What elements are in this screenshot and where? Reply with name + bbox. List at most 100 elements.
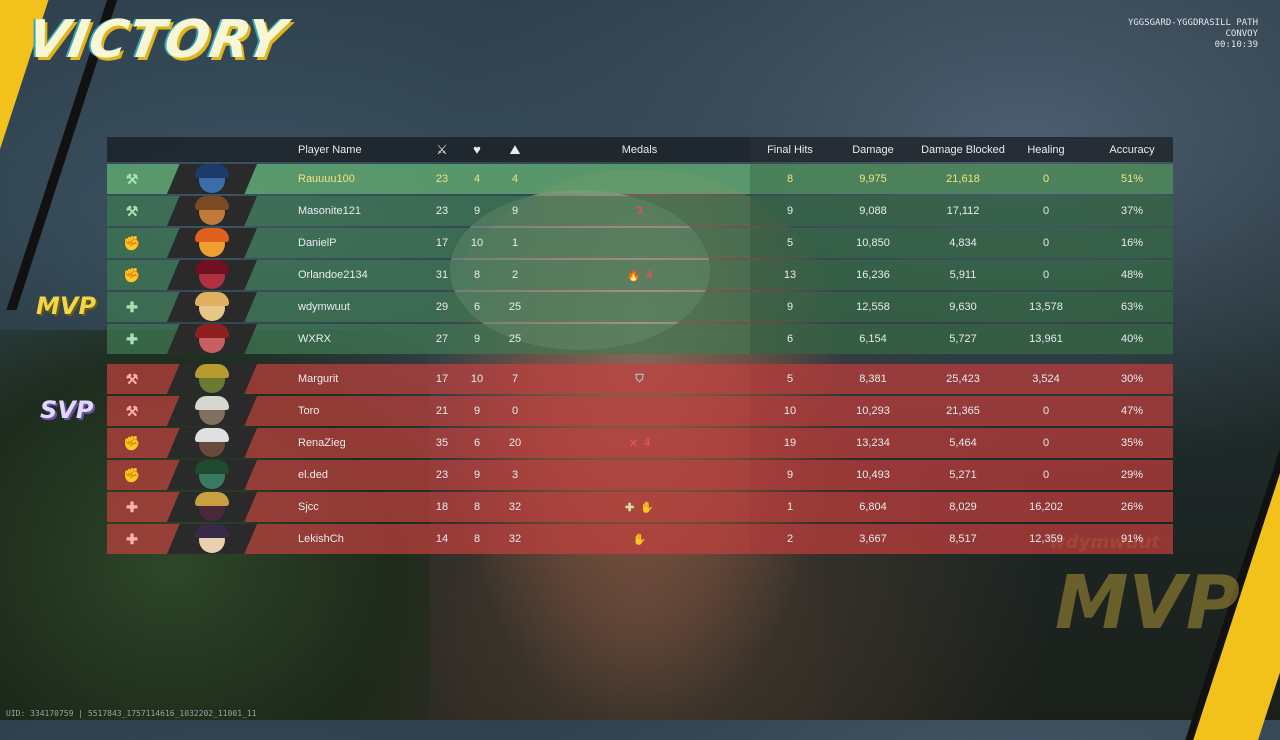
- medals: [587, 292, 692, 322]
- match-info: YGGSGARD-YGGDRASILL PATH CONVOY 00:10:39: [1128, 18, 1258, 51]
- hero-portrait[interactable]: [167, 364, 257, 394]
- role-cell: ⚒: [107, 196, 157, 226]
- hero-portrait-cell[interactable]: [157, 428, 267, 458]
- assists: 32: [508, 501, 522, 513]
- player-name[interactable]: RenaZieg: [298, 428, 428, 458]
- hero-portrait-cell[interactable]: [157, 460, 267, 490]
- player-name[interactable]: LekishCh: [298, 524, 428, 554]
- hero-portrait[interactable]: [167, 524, 257, 554]
- kills: 17: [435, 373, 449, 385]
- kills: 23: [435, 173, 449, 185]
- hero-portrait[interactable]: [167, 428, 257, 458]
- player-row[interactable]: ✊ Orlandoe2134 31 8 2 🔥 4 13 16,236 5,911…: [107, 260, 1173, 290]
- kills: 14: [435, 533, 449, 545]
- player-name[interactable]: DanielP: [298, 228, 428, 258]
- accuracy: 63%: [1120, 301, 1144, 313]
- final-hits: 5: [786, 237, 794, 249]
- player-row[interactable]: ✚ LekishCh 14 8 32 ✋ 2 3,667 8,517 12,35…: [107, 524, 1173, 554]
- fire-medal-icon[interactable]: 4: [646, 269, 652, 281]
- medals: ⛉: [587, 364, 692, 394]
- player-name[interactable]: Orlandoe2134: [298, 260, 428, 290]
- fire-medal-icon[interactable]: 3: [636, 205, 642, 217]
- player-name[interactable]: Rauuuu100: [298, 164, 428, 194]
- flame-medal-icon[interactable]: 🔥: [627, 269, 641, 282]
- player-row[interactable]: ✚ wdymwuut 29 6 25 9 12,558 9,630 13,578…: [107, 292, 1173, 322]
- player-name[interactable]: Masonite121: [298, 196, 428, 226]
- strategist-role-icon: ✚: [126, 498, 138, 515]
- final-hits: 10: [783, 405, 797, 417]
- strategist-role-icon: ✚: [126, 530, 138, 547]
- hero-portrait[interactable]: [167, 196, 257, 226]
- player-row[interactable]: ⚒ Margurit 17 10 7 ⛉ 5 8,381 25,423 3,52…: [107, 364, 1173, 394]
- vanguard-role-icon: ⚒: [125, 202, 139, 219]
- kills: 27: [435, 333, 449, 345]
- deaths: 8: [473, 533, 481, 545]
- player-name[interactable]: Margurit: [298, 364, 428, 394]
- hero-portrait-cell[interactable]: [157, 324, 267, 354]
- player-row[interactable]: ✊ RenaZieg 35 6 20 ✕ 4 19 13,234 5,464 0 …: [107, 428, 1173, 458]
- player-name[interactable]: Toro: [298, 396, 428, 426]
- hero-portrait[interactable]: [167, 324, 257, 354]
- damage-blocked: 5,271: [949, 469, 977, 481]
- hero-hair: [195, 292, 229, 306]
- healing: 0: [1042, 469, 1050, 481]
- accuracy: 91%: [1120, 533, 1144, 545]
- player-row[interactable]: ✚ WXRX 27 9 25 6 6,154 5,727 13,961 40%: [107, 324, 1173, 354]
- player-name[interactable]: wdymwuut: [298, 292, 428, 322]
- hero-portrait[interactable]: [167, 260, 257, 290]
- accuracy: 37%: [1120, 205, 1144, 217]
- player-row[interactable]: ⚒ Rauuuu100 23 4 4 8 9,975 21,618 0 51%: [107, 164, 1173, 194]
- vanguard-role-icon: ⚒: [125, 170, 139, 187]
- heal-medal-icon[interactable]: ✚: [625, 501, 634, 514]
- role-cell: ⚒: [107, 396, 157, 426]
- deaths: 6: [473, 301, 481, 313]
- shield-medal-icon[interactable]: ⛉: [635, 373, 643, 386]
- player-row[interactable]: ⚒ Toro 21 9 0 10 10,293 21,365 0 47%: [107, 396, 1173, 426]
- duelist-role-icon: ✊: [123, 434, 141, 451]
- fire-medal-icon[interactable]: 4: [644, 437, 650, 449]
- crossed-swords-medal-icon[interactable]: ✕: [629, 437, 638, 450]
- hero-portrait-cell[interactable]: [157, 492, 267, 522]
- accuracy: 30%: [1120, 373, 1144, 385]
- kills: 35: [435, 437, 449, 449]
- hero-portrait[interactable]: [167, 228, 257, 258]
- player-row[interactable]: ✊ el.ded 23 9 3 9 10,493 5,271 0 29%: [107, 460, 1173, 490]
- vanguard-role-icon: ⚒: [125, 370, 139, 387]
- damage: 10,293: [856, 405, 890, 417]
- hero-portrait-cell[interactable]: [157, 292, 267, 322]
- hero-portrait[interactable]: [167, 396, 257, 426]
- hero-portrait-cell[interactable]: [157, 228, 267, 258]
- medals: [587, 460, 692, 490]
- hero-portrait-cell[interactable]: [157, 524, 267, 554]
- hero-portrait[interactable]: [167, 292, 257, 322]
- medals: ✚ ✋: [587, 492, 692, 522]
- accuracy: 16%: [1120, 237, 1144, 249]
- healing: 0: [1042, 173, 1050, 185]
- assist-medal-icon[interactable]: ✋: [633, 533, 647, 546]
- player-name[interactable]: WXRX: [298, 324, 428, 354]
- header-player-name: Player Name: [298, 143, 362, 156]
- hero-portrait[interactable]: [167, 164, 257, 194]
- mvp-badge: MVP: [36, 292, 97, 320]
- hero-portrait-cell[interactable]: [157, 396, 267, 426]
- player-row[interactable]: ✊ DanielP 17 10 1 5 10,850 4,834 0 16%: [107, 228, 1173, 258]
- uid-footer: UID: 334170759 | 5517843_1757114616_1032…: [6, 709, 257, 718]
- healing: 12,359: [1029, 533, 1063, 545]
- accuracy: 40%: [1120, 333, 1144, 345]
- assist-medal-icon[interactable]: ✋: [640, 501, 654, 514]
- hero-portrait-cell[interactable]: [157, 260, 267, 290]
- player-row[interactable]: ✚ Sjcc 18 8 32 ✚ ✋ 1 6,804 8,029 16,202 2…: [107, 492, 1173, 522]
- hero-portrait-cell[interactable]: [157, 364, 267, 394]
- header-damage-blocked: Damage Blocked: [921, 143, 1005, 156]
- player-name[interactable]: el.ded: [298, 460, 428, 490]
- player-row[interactable]: ⚒ Masonite121 23 9 9 3 9 9,088 17,112 0 …: [107, 196, 1173, 226]
- final-hits: 9: [786, 301, 794, 313]
- hero-portrait-cell[interactable]: [157, 196, 267, 226]
- hero-portrait-cell[interactable]: [157, 164, 267, 194]
- broken-heart-icon: ♥: [473, 142, 481, 157]
- damage: 8,381: [859, 373, 887, 385]
- hero-portrait[interactable]: [167, 492, 257, 522]
- hero-portrait[interactable]: [167, 460, 257, 490]
- player-name[interactable]: Sjcc: [298, 492, 428, 522]
- medals: [587, 396, 692, 426]
